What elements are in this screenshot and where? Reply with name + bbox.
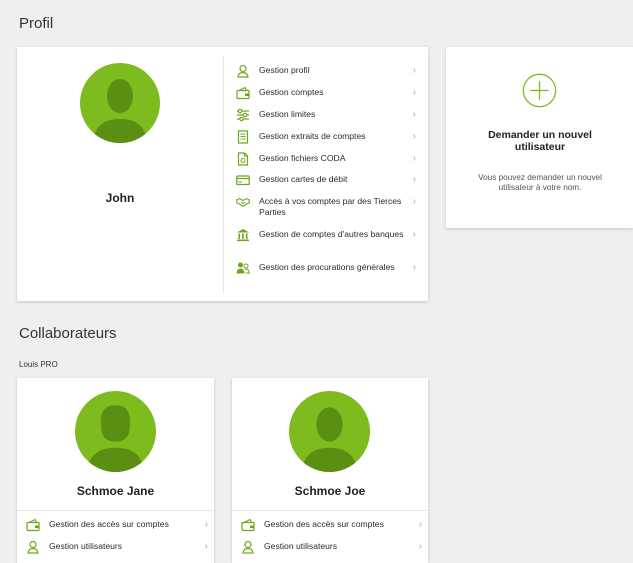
profile-section-title: Profil [19,15,54,32]
person-silhouette-icon [87,405,144,472]
user-icon [236,64,250,78]
collaborator-menu: Gestion des accès sur comptes › Gestion … [241,518,422,559]
wallet-icon [26,518,40,532]
handshake-icon [236,195,250,209]
menu-item-tierces-parties[interactable]: Accès à vos comptes par des Tierces Part… [236,196,416,218]
avatar [289,391,370,472]
menu-item-label: Gestion des accès sur comptes [49,519,169,529]
profile-name: John [105,191,135,205]
new-user-title: Demander un nouvel utilisateur [488,129,592,153]
avatar [80,63,160,143]
card-divider [232,510,428,511]
company-label: Louis PRO [19,360,58,369]
chevron-right-icon: › [412,196,416,207]
menu-item-gestion-cartes[interactable]: Gestion cartes de débit › [236,174,416,187]
wallet-icon [241,518,255,532]
menu-item-gestion-utilisateurs[interactable]: Gestion utilisateurs › [26,540,208,554]
document-icon [236,130,250,144]
menu-item-gestion-profil[interactable]: Gestion profil › [236,64,416,78]
menu-item-label: Gestion utilisateurs [264,541,338,551]
menu-item-gestion-coda[interactable]: Gestion fichiers CODA › [236,152,416,166]
bank-icon [236,228,250,242]
menu-item-gestion-acces[interactable]: Gestion des accès sur comptes › [26,518,208,532]
menu-item-label: Gestion des procurations générales [259,262,395,272]
wallet-icon [236,86,250,100]
chevron-right-icon: › [412,131,416,142]
chevron-right-icon: › [412,153,416,164]
chevron-right-icon: › [418,541,422,552]
menu-item-autres-banques[interactable]: Gestion de comptes d'autres banques › [236,229,416,242]
chevron-right-icon: › [204,519,208,530]
collaborator-card: Schmoe Jane Gestion des accès sur compte… [17,378,214,563]
menu-item-gestion-acces[interactable]: Gestion des accès sur comptes › [241,518,422,532]
menu-item-procurations[interactable]: Gestion des procurations générales › [236,262,416,275]
avatar [75,391,156,472]
menu-item-gestion-extraits[interactable]: Gestion extraits de comptes › [236,130,416,144]
card-divider [223,55,224,293]
menu-item-label: Gestion comptes [259,87,324,97]
menu-item-label: Gestion des accès sur comptes [264,519,384,529]
chevron-right-icon: › [418,519,422,530]
menu-item-gestion-utilisateurs[interactable]: Gestion utilisateurs › [241,540,422,554]
menu-item-gestion-comptes[interactable]: Gestion comptes › [236,86,416,100]
user-icon [241,540,255,554]
menu-item-label: Gestion de comptes d'autres banques [259,229,404,239]
collaborators-section-title: Collaborateurs [19,325,117,342]
chevron-right-icon: › [412,174,416,185]
menu-item-label: Gestion cartes de débit [259,174,348,184]
person-silhouette-icon [302,407,357,472]
menu-item-label: Gestion utilisateurs [49,541,123,551]
menu-item-label: Accès à vos comptes par des Tierces Part… [259,196,402,217]
menu-item-gestion-limites[interactable]: Gestion limites › [236,108,416,122]
person-silhouette-icon [93,79,147,143]
profile-card: John Gestion profil › Gestion comptes › … [17,47,428,301]
collaborator-menu: Gestion des accès sur comptes › Gestion … [26,518,208,559]
chevron-right-icon: › [412,262,416,273]
card-icon [236,173,250,187]
chevron-right-icon: › [412,229,416,240]
profile-menu: Gestion profil › Gestion comptes › Gesti… [236,64,416,295]
user-icon [26,540,40,554]
menu-item-label: Gestion limites [259,109,316,119]
file-icon [236,152,250,166]
card-divider [17,510,214,511]
chevron-right-icon: › [412,65,416,76]
menu-item-label: Gestion extraits de comptes [259,131,366,141]
sliders-icon [236,108,250,122]
menu-item-label: Gestion fichiers CODA [259,153,346,163]
chevron-right-icon: › [412,109,416,120]
menu-item-label: Gestion profil [259,65,310,75]
users-icon [236,261,250,275]
add-circle-icon[interactable] [521,72,558,109]
chevron-right-icon: › [412,87,416,98]
chevron-right-icon: › [204,541,208,552]
collaborator-card: Schmoe Joe Gestion des accès sur comptes… [232,378,428,563]
collaborator-name: Schmoe Jane [76,484,155,498]
collaborator-name: Schmoe Joe [294,484,366,498]
new-user-card[interactable]: Demander un nouvel utilisateur Vous pouv… [446,47,633,228]
new-user-description: Vous pouvez demander un nouvel utilisate… [478,173,602,192]
